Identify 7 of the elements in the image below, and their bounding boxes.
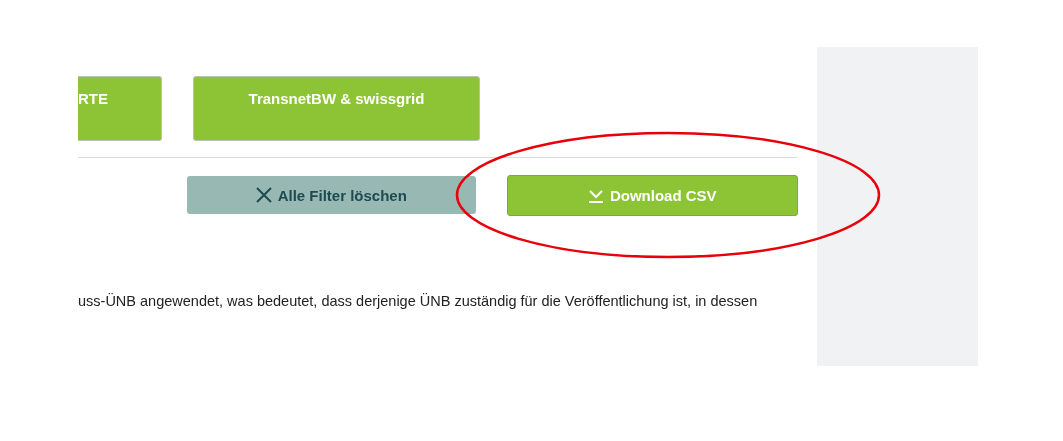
filter-button[interactable]: TransnetBW & swissgrid xyxy=(193,76,480,141)
clear-filters-button[interactable]: Alle Filter löschen xyxy=(187,176,476,214)
download-button[interactable]: Download CSV xyxy=(506,175,798,216)
body-text: uss-ÜNB angewendet, was bedeutet, dass derjenige ÜNB zuständig für die Veröffentlichung ist, in dessen xyxy=(78,292,759,311)
close-icon xyxy=(255,187,272,203)
filter-button[interactable]: RTE xyxy=(78,76,162,141)
download-icon xyxy=(587,187,604,204)
